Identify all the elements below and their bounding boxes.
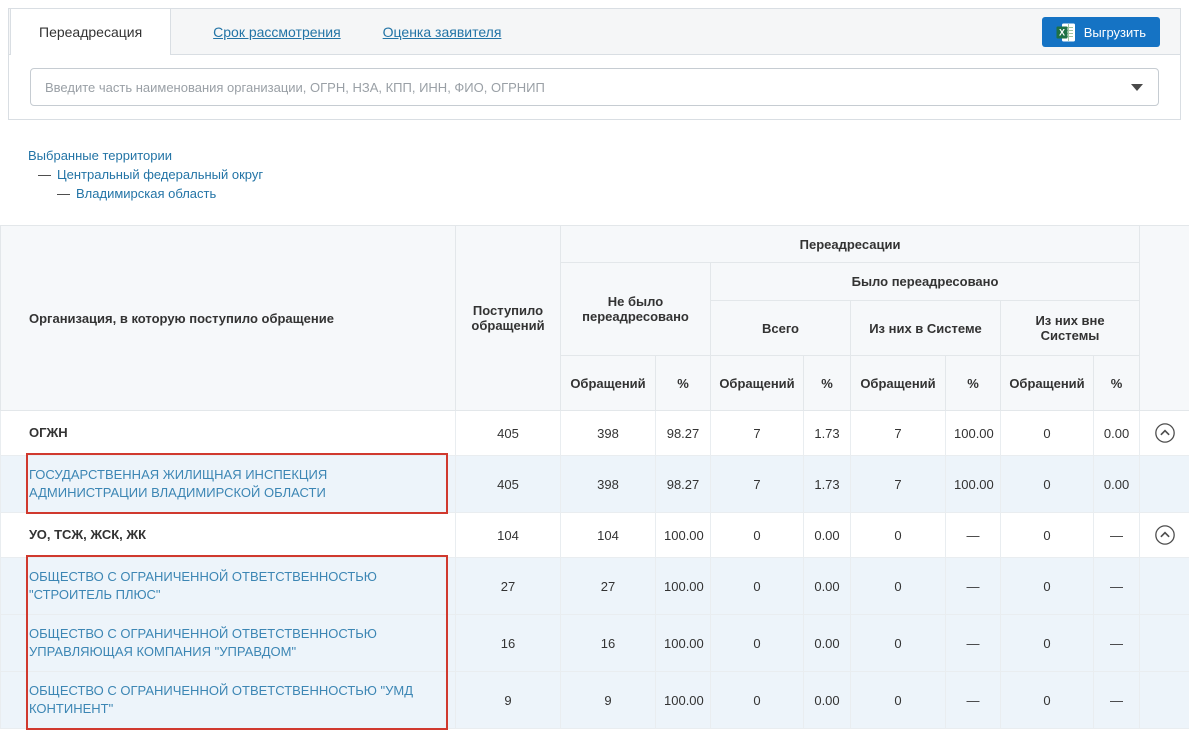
col-header-total: Всего (711, 301, 851, 356)
export-button-label: Выгрузить (1084, 25, 1146, 40)
search-row (9, 55, 1180, 119)
col-header-organization: Организация, в которую поступило обращен… (1, 226, 456, 411)
svg-text:X: X (1059, 27, 1065, 37)
table-row: ОБЩЕСТВО С ОГРАНИЧЕННОЙ ОТВЕТСТВЕННОСТЬЮ… (1, 615, 1189, 672)
group-name: УО, ТСЖ, ЖСК, ЖК (1, 513, 456, 558)
organization-link[interactable]: ОБЩЕСТВО С ОГРАНИЧЕННОЙ ОТВЕТСТВЕННОСТЬЮ… (29, 683, 413, 716)
table-row: ОГЖН 405 398 98.27 7 1.73 7 100.00 0 0.0… (1, 411, 1189, 456)
col-header-not-redirected: Не было переадресовано (561, 263, 711, 356)
col-header-out-system: Из них вне Системы (1001, 301, 1140, 356)
collapse-up-icon[interactable] (1154, 524, 1176, 546)
organization-link[interactable]: ОБЩЕСТВО С ОГРАНИЧЕННОЙ ОТВЕТСТВЕННОСТЬЮ… (29, 626, 377, 659)
redirections-table: Организация, в которую поступило обращен… (0, 225, 1189, 729)
excel-icon: X (1056, 23, 1076, 42)
col-header-appeals: Обращений (711, 356, 804, 411)
col-header-percent: % (1094, 356, 1140, 411)
col-header-percent: % (656, 356, 711, 411)
tab-redirection[interactable]: Переадресация (10, 9, 171, 55)
table-row: ОБЩЕСТВО С ОГРАНИЧЕННОЙ ОТВЕТСТВЕННОСТЬЮ… (1, 558, 1189, 615)
col-header-appeals: Обращений (561, 356, 656, 411)
tab-applicant-rating[interactable]: Оценка заявителя (383, 9, 502, 55)
col-header-redirections: Переадресации (561, 226, 1140, 263)
col-header-appeals: Обращений (851, 356, 946, 411)
organization-link[interactable]: ОБЩЕСТВО С ОГРАНИЧЕННОЙ ОТВЕТСТВЕННОСТЬЮ… (29, 569, 377, 602)
collapse-up-icon[interactable] (1154, 422, 1176, 444)
export-button[interactable]: X Выгрузить (1042, 17, 1160, 47)
col-header-percent: % (804, 356, 851, 411)
col-header-received: Поступило обращений (456, 226, 561, 411)
col-header-in-system: Из них в Системе (851, 301, 1001, 356)
col-header-actions (1140, 226, 1189, 411)
col-header-redirected: Было переадресовано (711, 263, 1140, 301)
header-block: Переадресация Срок рассмотрения Оценка з… (8, 8, 1181, 120)
table-row: ГОСУДАРСТВЕННАЯ ЖИЛИЩНАЯ ИНСПЕКЦИЯ АДМИН… (1, 456, 1189, 513)
table-row: УО, ТСЖ, ЖСК, ЖК 104 104 100.00 0 0.00 0… (1, 513, 1189, 558)
chevron-down-icon[interactable] (1131, 84, 1143, 91)
table-wrap: Организация, в которую поступило обращен… (0, 225, 1189, 729)
col-header-appeals: Обращений (1001, 356, 1094, 411)
territories-title[interactable]: Выбранные территории (28, 148, 172, 163)
organization-search-input[interactable] (30, 68, 1159, 106)
table-row: ОБЩЕСТВО С ОГРАНИЧЕННОЙ ОТВЕТСТВЕННОСТЬЮ… (1, 672, 1189, 729)
territory-link-region[interactable]: Владимирская область (76, 186, 216, 201)
territory-link-federal-district[interactable]: Центральный федеральный округ (57, 167, 263, 182)
organization-link[interactable]: ГОСУДАРСТВЕННАЯ ЖИЛИЩНАЯ ИНСПЕКЦИЯ АДМИН… (29, 467, 327, 500)
tab-review-period[interactable]: Срок рассмотрения (213, 9, 341, 55)
col-header-percent: % (946, 356, 1001, 411)
tab-bar: Переадресация Срок рассмотрения Оценка з… (9, 9, 1180, 55)
dash-prefix: — (38, 167, 51, 182)
dash-prefix: — (57, 186, 70, 201)
group-name: ОГЖН (1, 411, 456, 456)
selected-territories: Выбранные территории — Центральный федера… (28, 146, 1189, 203)
